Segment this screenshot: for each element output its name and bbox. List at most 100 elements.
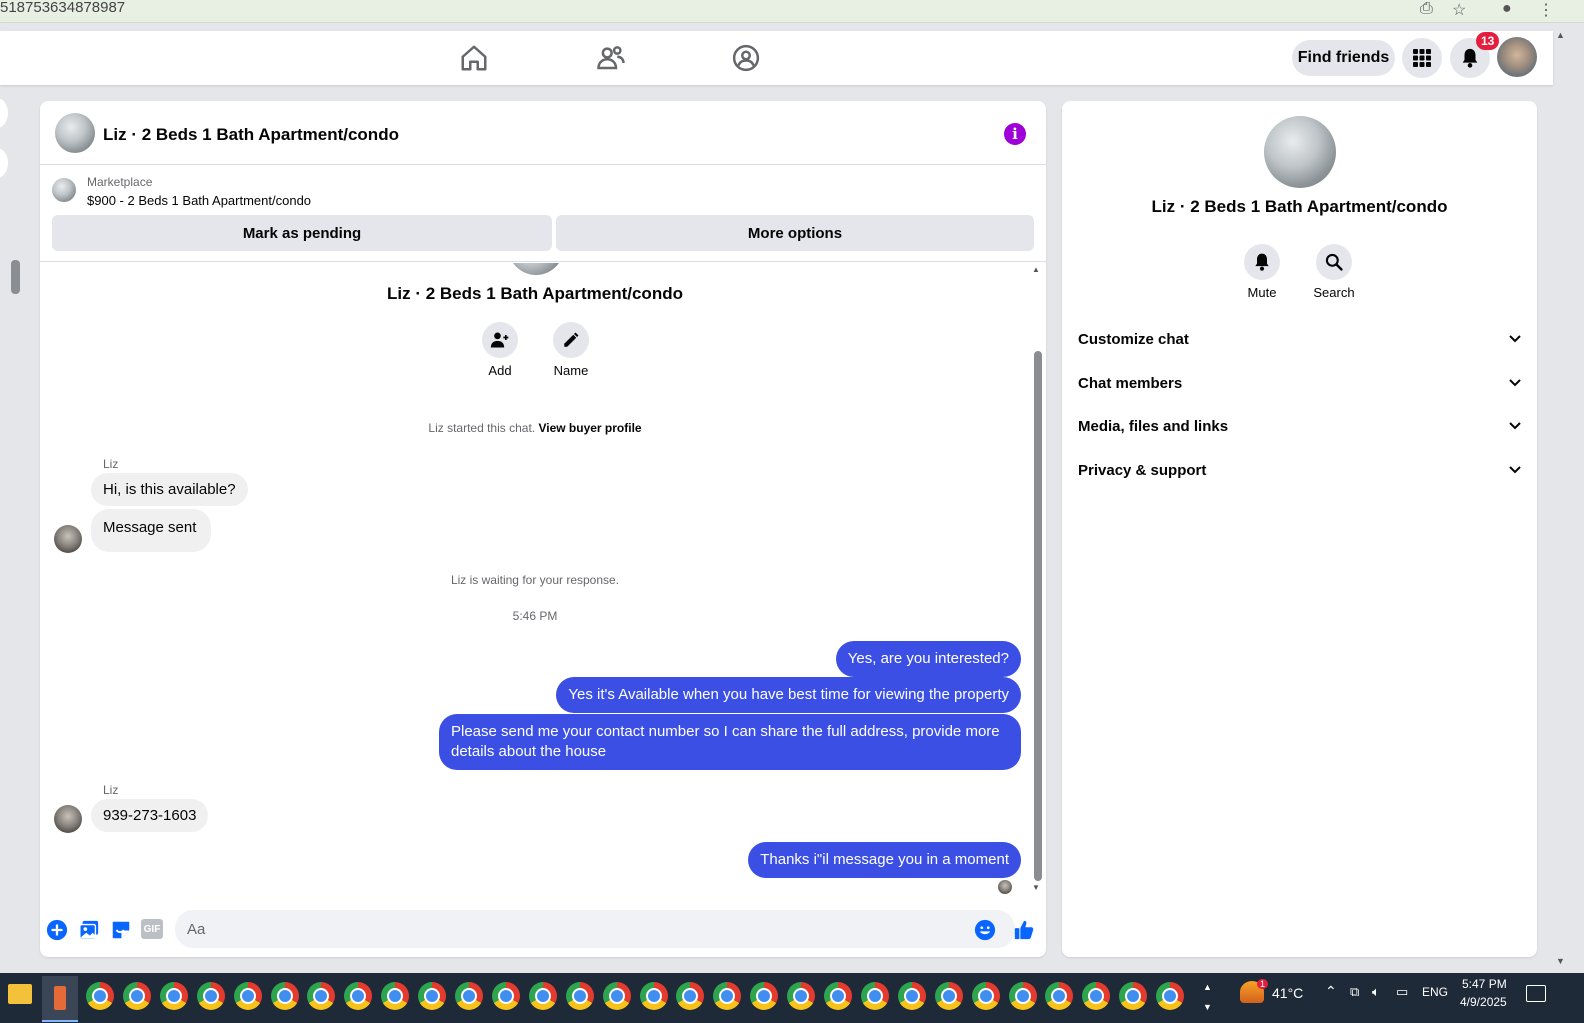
taskbar-browser-window-icon[interactable] (1045, 982, 1073, 1010)
search-label: Search (1313, 285, 1355, 300)
info-icon[interactable]: i (1004, 123, 1026, 145)
chat-title[interactable]: Liz · 2 Beds 1 Bath Apartment/condo (103, 125, 399, 145)
chevron-down-icon (1509, 466, 1521, 474)
taskbar-browser-window-icon[interactable] (713, 982, 741, 1010)
find-friends-button[interactable]: Find friends (1292, 40, 1395, 76)
sidebar-edge-item[interactable] (0, 98, 8, 128)
more-options-button[interactable]: More options (556, 215, 1034, 251)
taskbar-browser-window-icon[interactable] (197, 982, 225, 1010)
friends-icon[interactable] (596, 43, 626, 73)
taskbar-browser-window-icon[interactable] (344, 982, 372, 1010)
privacy-support-section[interactable]: Privacy & support (1078, 452, 1523, 492)
customize-chat-section[interactable]: Customize chat (1078, 321, 1523, 361)
active-app-icon (54, 986, 66, 1010)
sender-avatar[interactable] (54, 805, 82, 833)
taskbar-browser-window-icon[interactable] (1082, 982, 1110, 1010)
listing-thumbnail[interactable] (52, 178, 76, 202)
taskbar-browser-window-icon[interactable] (1009, 982, 1037, 1010)
taskbar-browser-window-icon[interactable] (234, 982, 262, 1010)
taskbar-browser-window-icon[interactable] (418, 982, 446, 1010)
message-composer: GIF (40, 907, 1046, 957)
account-avatar[interactable] (1497, 37, 1537, 77)
groups-icon[interactable] (731, 43, 761, 73)
taskbar-scroll-arrows[interactable]: ▲ ▼ (1203, 977, 1212, 1017)
taskbar-browser-window-icon[interactable] (750, 982, 778, 1010)
file-explorer-icon[interactable] (8, 984, 32, 1004)
taskbar-browser-window-icon[interactable] (1156, 982, 1184, 1010)
outgoing-message[interactable]: Please send me your contact number so I … (439, 714, 1021, 770)
taskbar-browser-window-icon[interactable] (307, 982, 335, 1010)
chat-avatar[interactable] (55, 113, 95, 153)
taskbar-browser-window-icon[interactable] (529, 982, 557, 1010)
search-icon (1325, 253, 1343, 271)
outgoing-message[interactable]: Yes, are you interested? (835, 641, 1021, 677)
taskbar-browser-window-icon[interactable] (271, 982, 299, 1010)
device-icon[interactable]: ⧉ (1350, 984, 1359, 1000)
volume-icon[interactable]: 🔈︎ (1372, 984, 1380, 1000)
incoming-message[interactable]: 939-273-1603 (91, 799, 209, 832)
notification-center-icon[interactable] (1526, 985, 1546, 1002)
home-icon[interactable] (459, 43, 489, 73)
view-buyer-profile-link[interactable]: View buyer profile (538, 421, 641, 435)
taskbar-browser-window-icon[interactable] (824, 982, 852, 1010)
taskbar-browser-window-icon[interactable] (455, 982, 483, 1010)
taskbar-browser-window-icon[interactable] (640, 982, 668, 1010)
info-avatar[interactable] (1264, 116, 1336, 188)
chevron-down-icon (1509, 422, 1521, 430)
clock-date[interactable]: 4/9/2025 (1460, 995, 1507, 1009)
taskbar-browser-window-icon[interactable] (861, 982, 889, 1010)
clock-time[interactable]: 5:47 PM (1462, 977, 1507, 991)
add-people-button[interactable] (482, 322, 518, 358)
chat-members-section[interactable]: Chat members (1078, 365, 1523, 405)
sender-avatar[interactable] (54, 525, 82, 553)
conversation-name: Liz · 2 Beds 1 Bath Apartment/condo (387, 284, 683, 303)
taskbar-browser-window-icon[interactable] (935, 982, 963, 1010)
taskbar-browser-window-icon[interactable] (492, 982, 520, 1010)
language-indicator[interactable]: ENG (1422, 985, 1448, 999)
taskbar-browser-window-icon[interactable] (1119, 982, 1147, 1010)
incoming-message[interactable]: Hi, is this available? (91, 473, 248, 506)
taskbar-browser-window-icon[interactable] (123, 982, 151, 1010)
taskbar-browser-window-icon[interactable] (86, 982, 114, 1010)
weather-temperature[interactable]: 41°C (1272, 985, 1303, 1001)
chevron-down-icon (1509, 335, 1521, 343)
outgoing-message[interactable]: Yes it's Available when you have best ti… (556, 677, 1021, 713)
taskbar-browser-window-icon[interactable] (787, 982, 815, 1010)
chat-scrollbar-thumb[interactable] (1034, 351, 1042, 881)
message-input[interactable] (175, 910, 1015, 948)
install-app-icon[interactable]: ⎙ (1420, 0, 1433, 18)
active-app-tile[interactable] (42, 976, 78, 1022)
sticker-icon[interactable] (110, 919, 132, 941)
bookmark-star-icon[interactable]: ☆ (1452, 0, 1466, 20)
outgoing-message[interactable]: Thanks i"il message you in a moment (748, 842, 1021, 878)
taskbar-browser-window-icon[interactable] (381, 982, 409, 1010)
taskbar-browser-window-icon[interactable] (898, 982, 926, 1010)
gif-icon[interactable]: GIF (141, 919, 163, 939)
profile-icon[interactable]: ● (1502, 0, 1512, 18)
taskbar-browser-window-icon[interactable] (160, 982, 188, 1010)
menu-button[interactable] (1402, 38, 1442, 78)
mark-as-pending-button[interactable]: Mark as pending (52, 215, 552, 251)
photo-icon[interactable] (78, 919, 100, 941)
taskbar-browser-window-icon[interactable] (676, 982, 704, 1010)
chevron-up-icon[interactable]: ⌃ (1325, 983, 1337, 1000)
incoming-message[interactable]: Message sent (91, 509, 212, 552)
sidebar-edge-item[interactable] (0, 148, 8, 178)
plus-icon[interactable] (46, 919, 68, 941)
mute-button[interactable] (1244, 244, 1280, 280)
taskbar-browser-window-icon[interactable] (603, 982, 631, 1010)
search-button[interactable] (1316, 244, 1352, 280)
network-icon[interactable]: ▭ (1396, 984, 1408, 1000)
thumbs-up-icon[interactable] (1013, 919, 1035, 941)
emoji-icon[interactable] (974, 919, 996, 941)
taskbar-browser-window-icon[interactable] (972, 982, 1000, 1010)
browser-menu-icon[interactable]: ⋮ (1538, 0, 1554, 20)
taskbar-browser-window-icon[interactable] (566, 982, 594, 1010)
page-scrollbar[interactable]: ▲ ▼ (1553, 30, 1567, 970)
add-label: Add (488, 363, 512, 378)
browser-url-bar[interactable]: 518753634878987 ⎙ ☆ ● ⋮ (0, 0, 1584, 23)
sidebar-scrollbar[interactable] (11, 250, 21, 310)
media-files-links-section[interactable]: Media, files and links (1078, 408, 1523, 448)
edit-name-button[interactable] (553, 322, 589, 358)
listing-title[interactable]: $900 - 2 Beds 1 Bath Apartment/condo (87, 193, 311, 208)
